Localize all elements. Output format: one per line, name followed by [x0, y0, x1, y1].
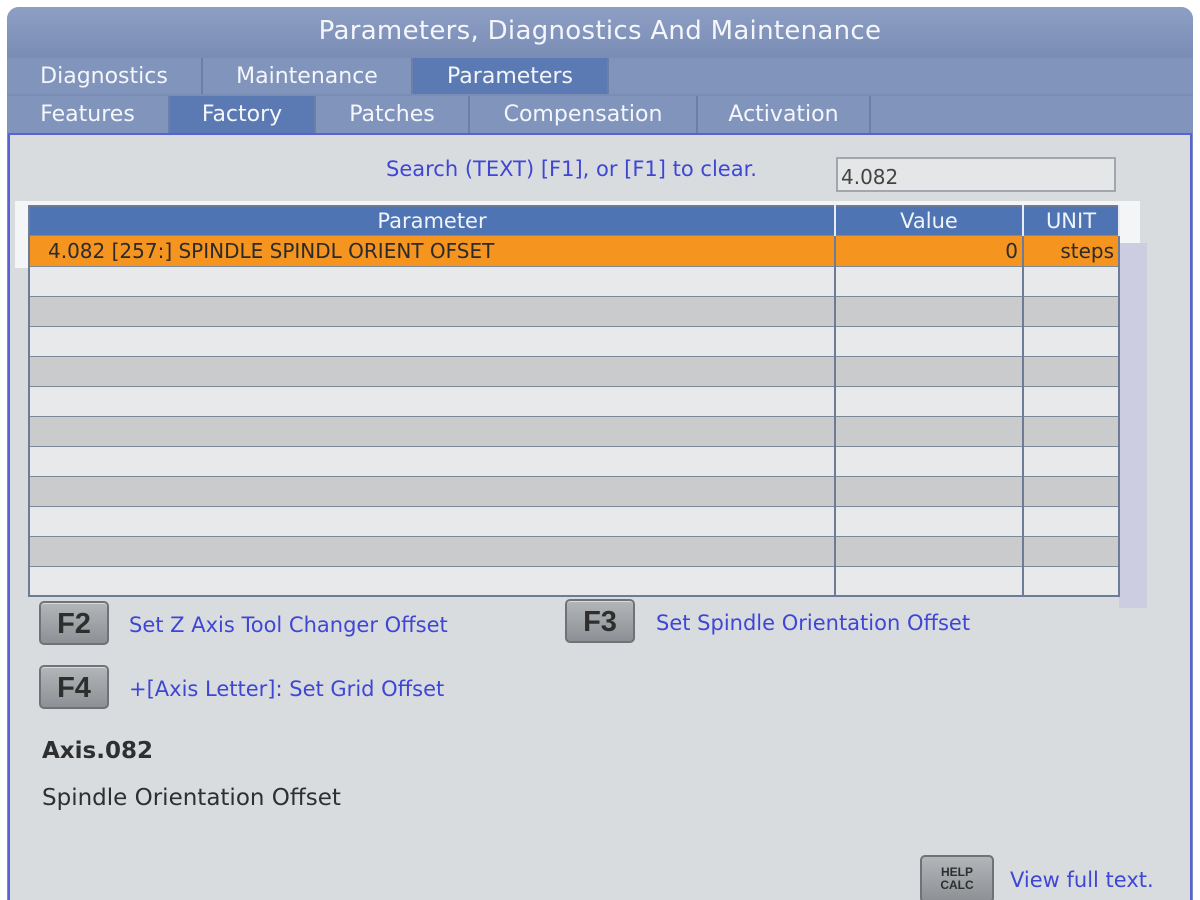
empty-cell: [1023, 415, 1120, 446]
empty-cell: [29, 535, 836, 566]
column-header-unit: UNIT: [1023, 206, 1120, 235]
empty-cell: [1023, 445, 1120, 476]
table-row-empty[interactable]: [29, 565, 1120, 596]
empty-cell: [1023, 325, 1120, 356]
empty-cell: [29, 475, 836, 506]
tab-parameters[interactable]: Parameters: [413, 58, 609, 94]
cell-parameter: 4.082 [257:] SPINDLE SPINDL ORIENT OFSET: [29, 234, 836, 266]
empty-cell: [1023, 385, 1120, 416]
view-full-text-link[interactable]: View full text.: [1010, 868, 1154, 892]
calc-key-label: CALC: [940, 878, 974, 892]
f2-description: Set Z Axis Tool Changer Offset: [129, 613, 448, 637]
empty-cell: [1023, 565, 1120, 596]
table-row-empty[interactable]: [29, 415, 1120, 446]
table-row-empty[interactable]: [29, 325, 1120, 356]
empty-cell: [29, 415, 836, 446]
table-scrollbar[interactable]: [1119, 243, 1147, 608]
empty-cell: [835, 385, 1024, 416]
empty-cell: [835, 565, 1024, 596]
tab-activation[interactable]: Activation: [698, 96, 871, 134]
empty-cell: [1023, 475, 1120, 506]
parameter-detail-title: Axis.082: [42, 738, 153, 764]
empty-cell: [1023, 295, 1120, 326]
empty-cell: [29, 295, 836, 326]
tab-maintenance[interactable]: Maintenance: [203, 58, 413, 94]
table-row-empty[interactable]: [29, 385, 1120, 416]
column-header-parameter: Parameter: [29, 206, 836, 235]
table-row-empty[interactable]: [29, 445, 1120, 476]
table-row-empty[interactable]: [29, 355, 1120, 386]
empty-cell: [1023, 355, 1120, 386]
empty-cell: [835, 475, 1024, 506]
empty-cell: [29, 385, 836, 416]
cell-unit: steps: [1023, 234, 1120, 266]
table-row-empty[interactable]: [29, 265, 1120, 296]
table-row-empty[interactable]: [29, 505, 1120, 536]
empty-cell: [835, 445, 1024, 476]
cell-value[interactable]: 0: [835, 234, 1024, 266]
secondary-tab-bar: Features Factory Patches Compensation Ac…: [7, 96, 1193, 134]
parameters-panel: Search (TEXT) [F1], or [F1] to clear. Pa…: [8, 133, 1192, 900]
empty-cell: [29, 565, 836, 596]
empty-cell: [29, 355, 836, 386]
search-label: Search (TEXT) [F1], or [F1] to clear.: [386, 157, 757, 181]
tab-factory[interactable]: Factory: [170, 96, 316, 134]
empty-cell: [29, 505, 836, 536]
table-row-selected[interactable]: 4.082 [257:] SPINDLE SPINDL ORIENT OFSET…: [29, 234, 1120, 266]
table-row-empty[interactable]: [29, 535, 1120, 566]
parameter-detail-description: Spindle Orientation Offset: [42, 785, 341, 811]
empty-cell: [29, 325, 836, 356]
empty-cell: [835, 355, 1024, 386]
empty-cell: [835, 415, 1024, 446]
main-window: Parameters, Diagnostics And Maintenance …: [7, 7, 1193, 900]
empty-cell: [1023, 535, 1120, 566]
f2-key-button[interactable]: F2: [39, 601, 109, 645]
tab-patches[interactable]: Patches: [316, 96, 470, 134]
empty-cell: [835, 265, 1024, 296]
empty-cell: [835, 325, 1024, 356]
search-input[interactable]: [836, 157, 1116, 192]
empty-cell: [1023, 265, 1120, 296]
empty-cell: [835, 505, 1024, 536]
help-calc-key-button[interactable]: HELP CALC: [920, 855, 994, 900]
f3-key-button[interactable]: F3: [565, 599, 635, 643]
empty-cell: [835, 535, 1024, 566]
parameter-table: Parameter Value UNIT 4.082 [257:] SPINDL…: [28, 205, 1120, 597]
tab-diagnostics[interactable]: Diagnostics: [7, 58, 203, 94]
table-row-empty[interactable]: [29, 475, 1120, 506]
window-title: Parameters, Diagnostics And Maintenance: [7, 7, 1193, 56]
empty-cell: [1023, 505, 1120, 536]
empty-cell: [835, 295, 1024, 326]
primary-tab-bar: Diagnostics Maintenance Parameters: [7, 58, 1193, 94]
column-header-value: Value: [835, 206, 1024, 235]
table-row-empty[interactable]: [29, 295, 1120, 326]
f4-description: +[Axis Letter]: Set Grid Offset: [129, 677, 445, 701]
table-header-row: Parameter Value UNIT: [29, 206, 1120, 235]
empty-cell: [29, 265, 836, 296]
f4-key-button[interactable]: F4: [39, 665, 109, 709]
f3-description: Set Spindle Orientation Offset: [656, 611, 971, 635]
tab-features[interactable]: Features: [7, 96, 170, 134]
empty-cell: [29, 445, 836, 476]
tab-compensation[interactable]: Compensation: [470, 96, 698, 134]
